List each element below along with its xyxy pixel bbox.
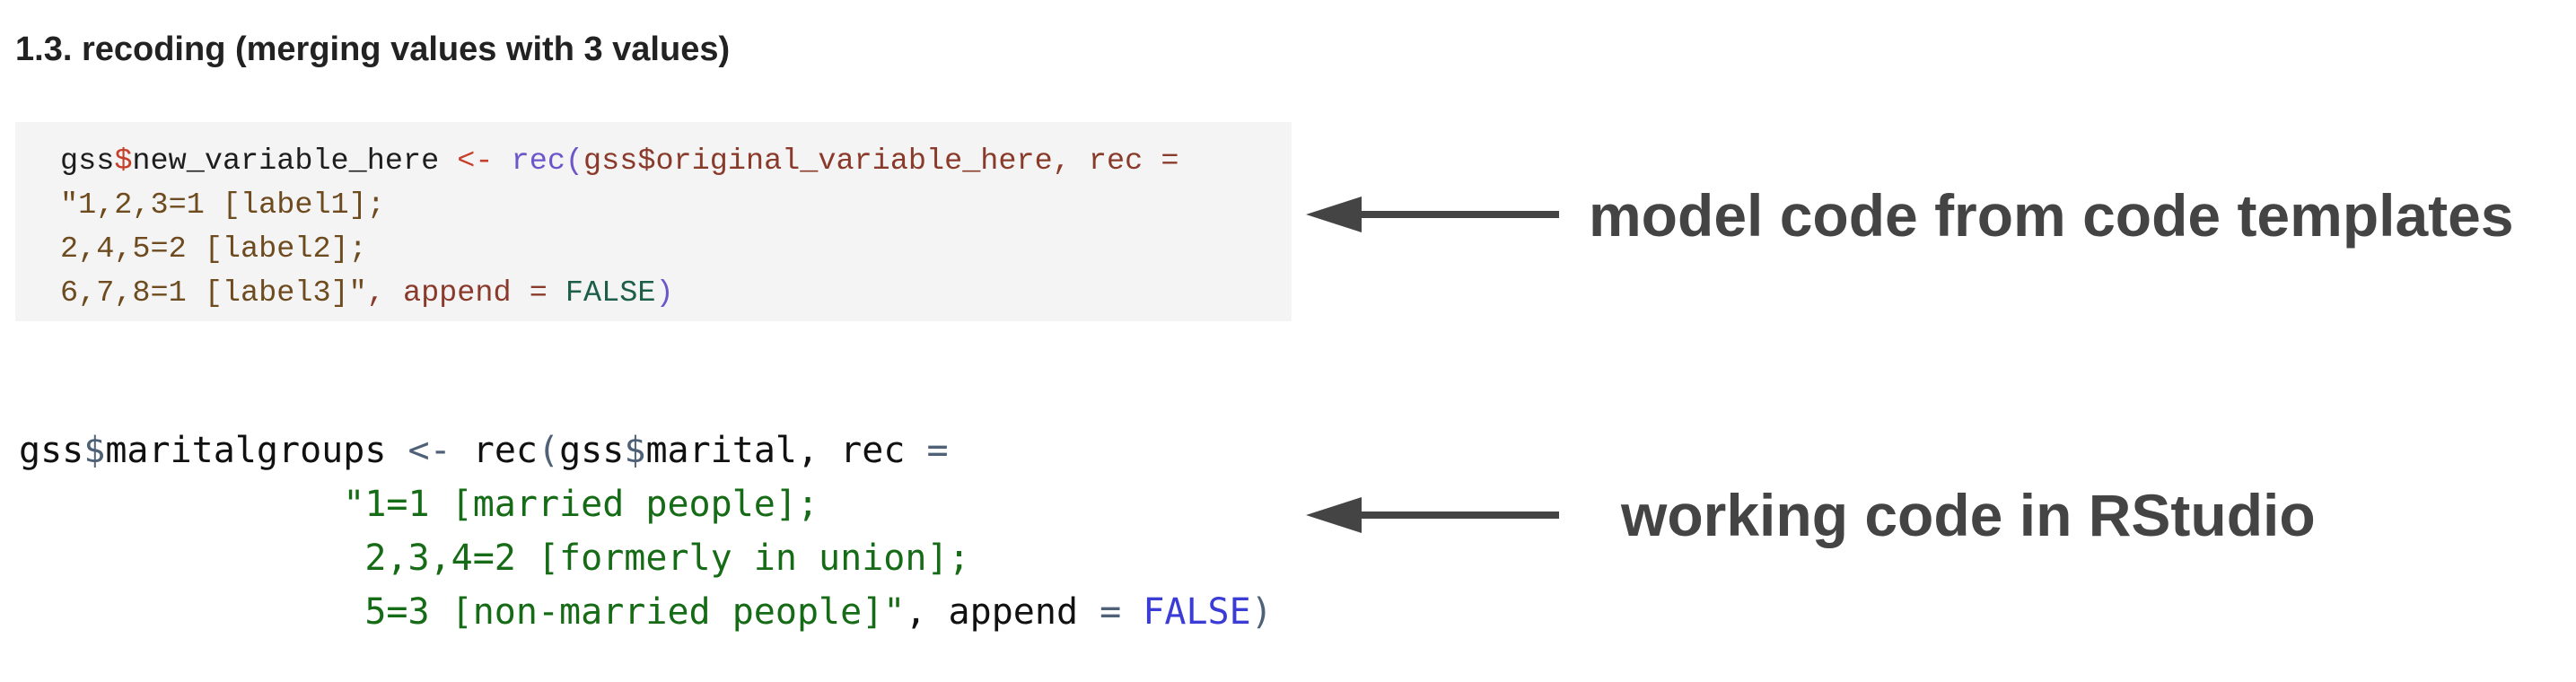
code-token: 6,7,8=1 [label3]" [60, 276, 367, 310]
working-code-block: gss$maritalgroups <- rec(gss$marital, re… [19, 424, 1273, 639]
code-token: rec [451, 430, 538, 471]
code-token: <- [407, 430, 451, 471]
code-token: "1=1 [married people]; [19, 484, 819, 525]
code-token: , append [905, 591, 1100, 633]
code-token: "1,2,3=1 [label1]; [60, 188, 385, 223]
code-token: $ [114, 144, 133, 179]
code-token: FALSE [1143, 591, 1251, 633]
code-token: new_variable_here [132, 144, 458, 179]
code-line: 2,3,4=2 [formerly in union]; [19, 531, 1273, 585]
code-line: gss$new_variable_here <- rec(gss$origina… [60, 140, 1292, 184]
code-token: = [1100, 591, 1122, 633]
code-token: ( [538, 430, 560, 471]
code-token: gss [559, 430, 625, 471]
code-token: marital, rec [645, 430, 927, 471]
code-line: gss$maritalgroups <- rec(gss$marital, re… [19, 424, 1273, 477]
code-token: 5=3 [non-married people]" [19, 591, 906, 633]
code-token: 2,3,4=2 [formerly in union]; [19, 538, 970, 579]
code-token: rec( [511, 144, 584, 179]
code-token: maritalgroups [105, 430, 408, 471]
code-token: <- [457, 144, 494, 179]
model-code-annotation: model code from code templates [1589, 182, 2514, 249]
template-code-block: gss$new_variable_here <- rec(gss$origina… [15, 122, 1292, 321]
code-token: ) [655, 276, 674, 310]
code-line: 6,7,8=1 [label3]", append = FALSE) [60, 272, 1292, 316]
code-line: "1=1 [married people]; [19, 477, 1273, 531]
code-line: "1,2,3=1 [label1]; [60, 184, 1292, 228]
code-token: gss$original_variable_here, rec = [583, 144, 1179, 179]
code-line: 5=3 [non-married people]", append = FALS… [19, 585, 1273, 639]
section-title: 1.3. recoding (merging values with 3 val… [15, 31, 731, 68]
working-arrow-icon [1306, 497, 1559, 533]
code-token: FALSE [565, 276, 656, 310]
code-token: gss [60, 144, 115, 179]
template-code: gss$new_variable_here <- rec(gss$origina… [60, 140, 1292, 316]
model-arrow-icon [1306, 197, 1559, 232]
code-token: , append = [366, 276, 565, 310]
code-line: 2,4,5=2 [label2]; [60, 228, 1292, 272]
working-code-annotation: working code in RStudio [1621, 482, 2316, 548]
code-token: $ [624, 430, 646, 471]
code-token: ) [1250, 591, 1273, 633]
code-token: gss [19, 430, 84, 471]
code-token: 2,4,5=2 [label2]; [60, 232, 367, 267]
code-token: $ [83, 430, 106, 471]
code-token: = [926, 430, 949, 471]
